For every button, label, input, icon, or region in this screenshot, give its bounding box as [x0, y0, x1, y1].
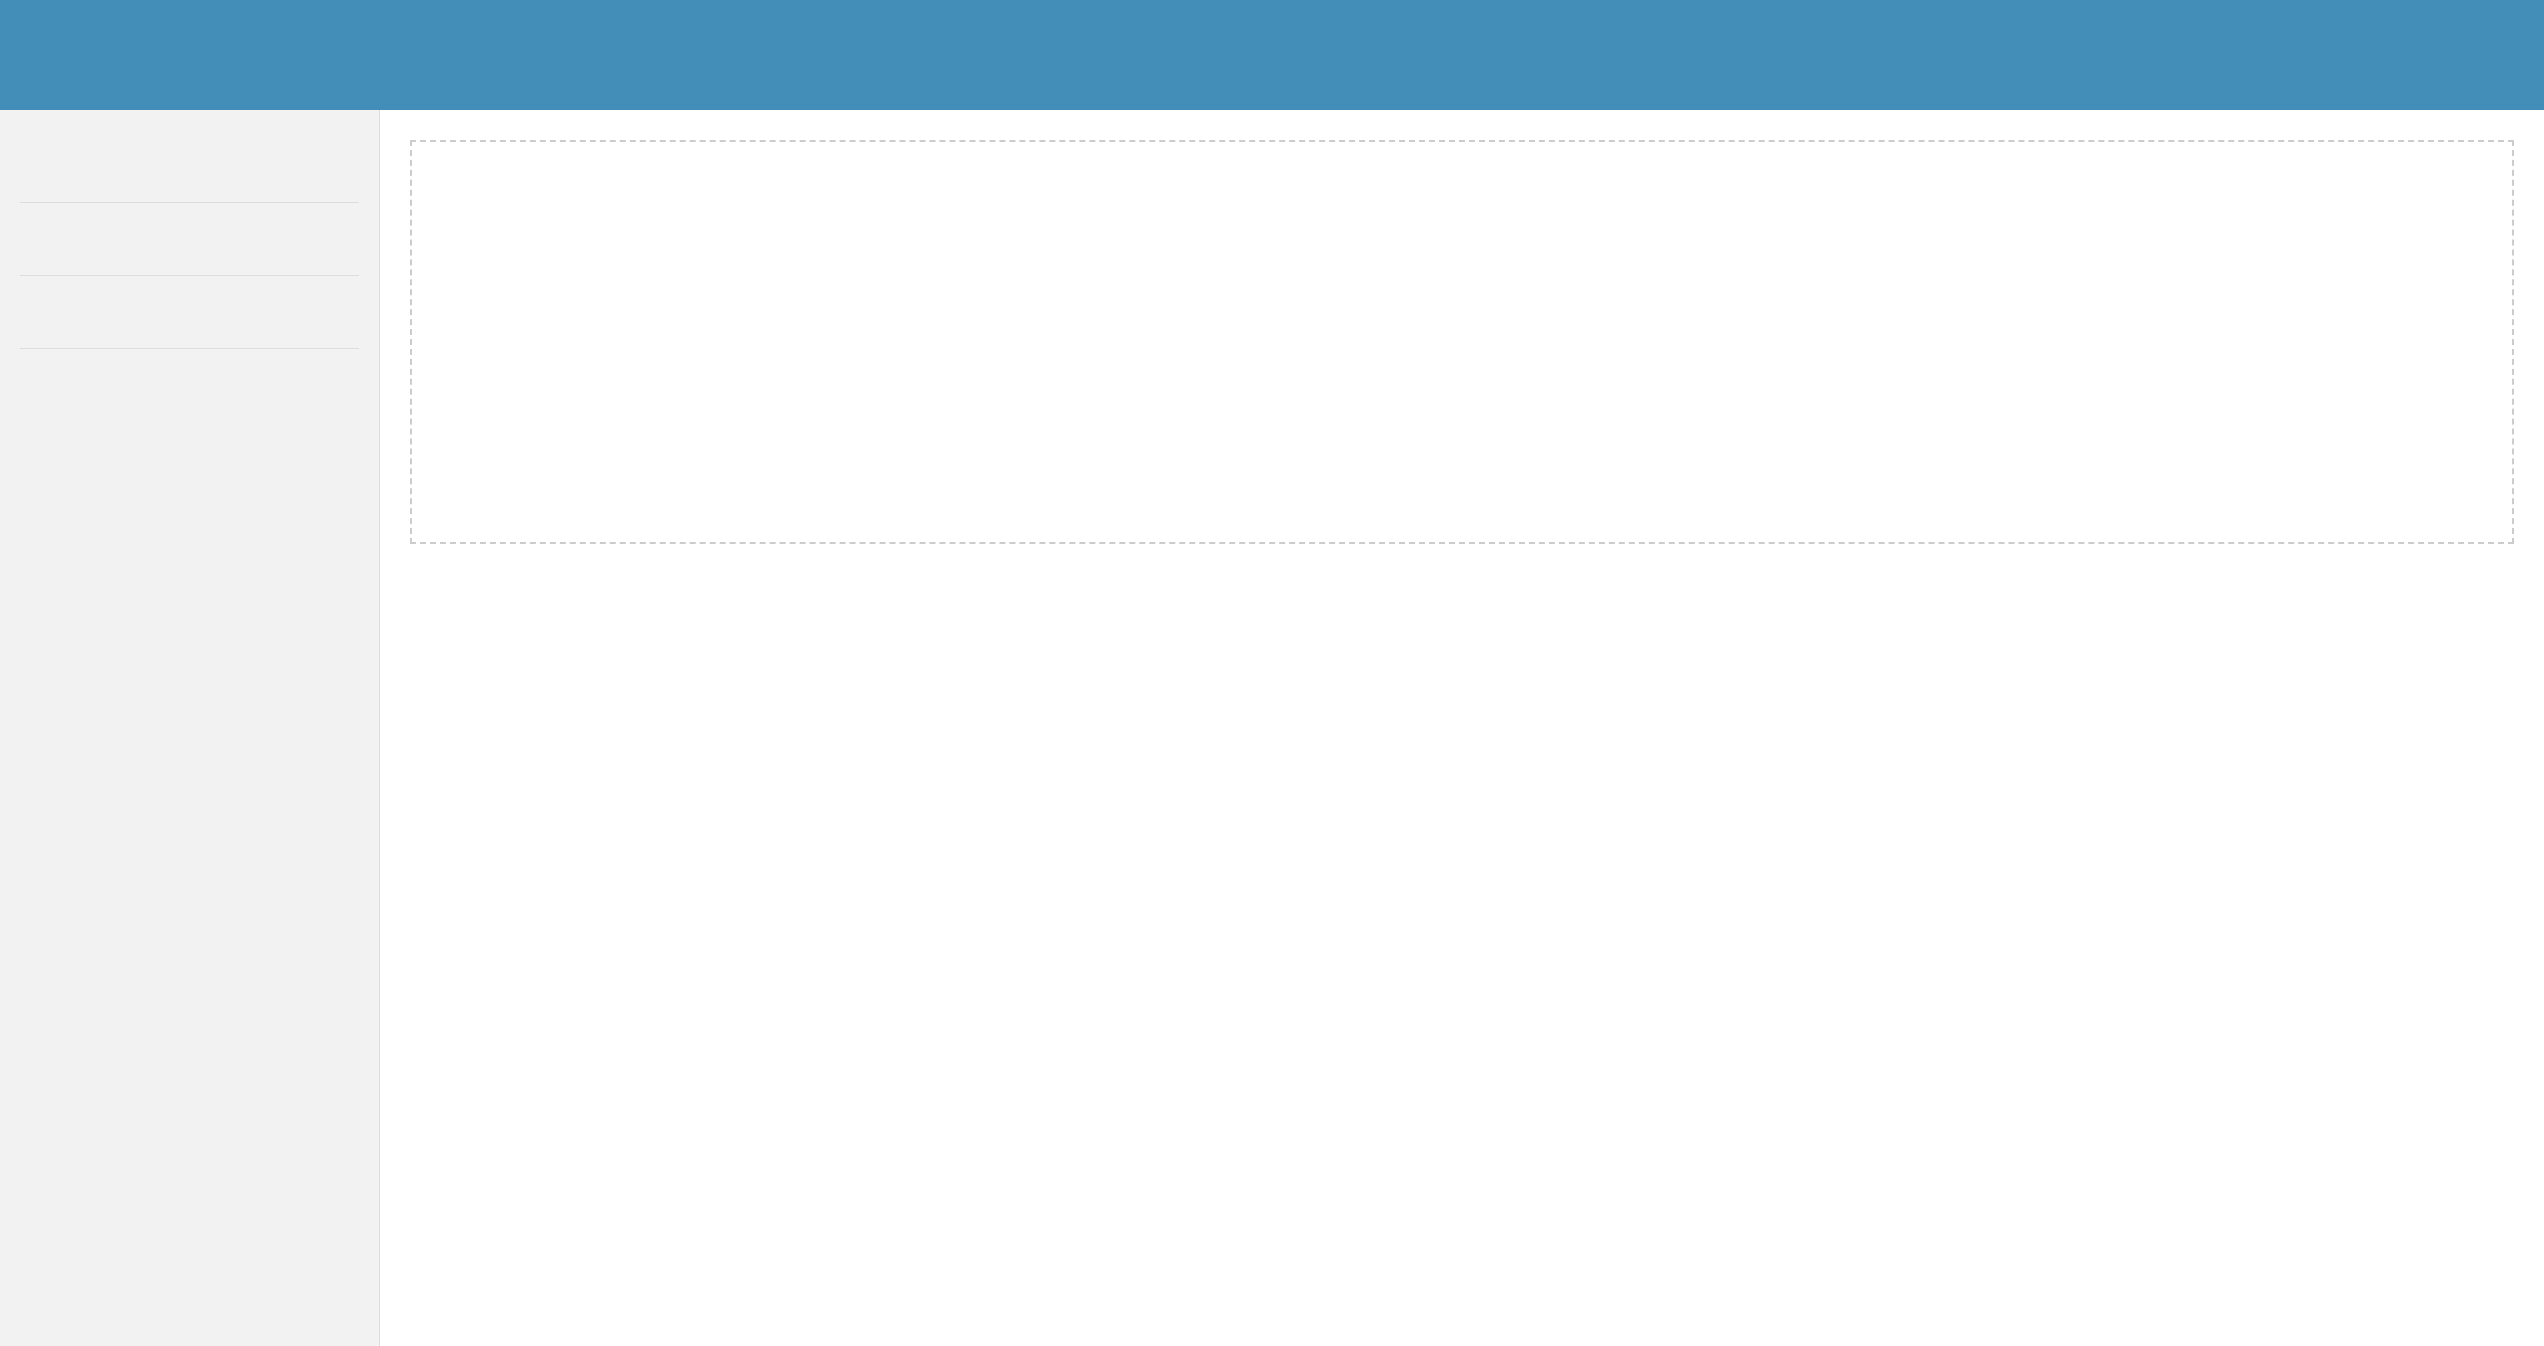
- sidebar-item-2[interactable]: [20, 203, 359, 276]
- content-placeholder: [410, 140, 2514, 544]
- sidebar-item-3[interactable]: [20, 276, 359, 349]
- sidebar-item-1[interactable]: [20, 130, 359, 203]
- app-header: [0, 0, 2544, 110]
- sidebar: [0, 110, 380, 1346]
- main-content: [380, 110, 2544, 1346]
- main-layout: [0, 110, 2544, 1346]
